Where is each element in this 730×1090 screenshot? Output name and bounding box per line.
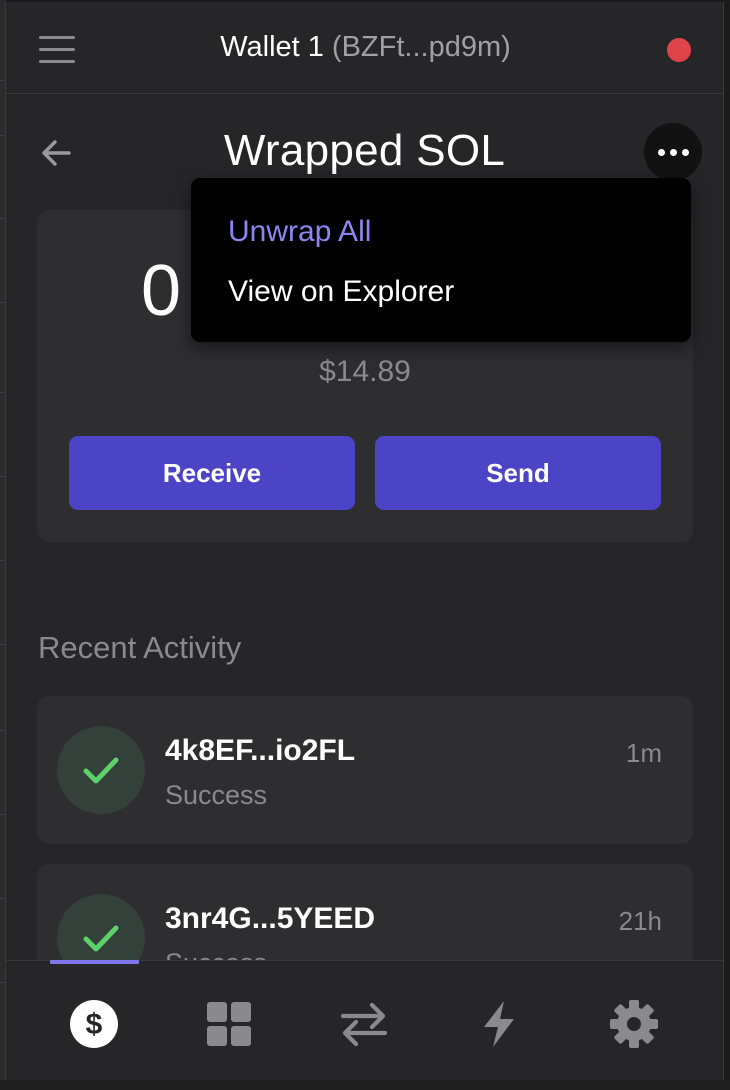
dollar-icon[interactable]: $ (69, 999, 119, 1049)
transaction-time: 1m (625, 738, 662, 768)
token-title: Wrapped SOL (223, 126, 506, 175)
swap-icon[interactable] (339, 999, 389, 1049)
receive-button[interactable]: Receive (69, 436, 355, 510)
grid-icon[interactable] (204, 999, 254, 1049)
transaction-signature: 4k8EF...io2FL (165, 734, 356, 767)
usd-value: $14.89 (319, 355, 411, 388)
connection-status-dot[interactable] (667, 38, 691, 62)
token-balance: 0 (141, 251, 182, 331)
more-options-icon[interactable] (644, 123, 702, 181)
wallet-address: (BZFt...pd9m) (331, 31, 511, 63)
background-app-bottom (0, 1080, 730, 1090)
view-on-explorer-menu-item[interactable]: View on Explorer (228, 275, 454, 309)
gear-icon[interactable] (609, 999, 659, 1049)
wallet-name: Wallet 1 (220, 31, 324, 63)
transaction-signature: 3nr4G...5YEED (165, 902, 376, 935)
svg-text:$: $ (86, 1008, 103, 1041)
wallet-header: Wallet 1 (BZFt...pd9m) (6, 2, 723, 94)
wallet-window: Wallet 1 (BZFt...pd9m) Wrapped SOL 0 $14.… (5, 2, 724, 1080)
token-options-menu: Unwrap All View on Explorer (191, 178, 691, 342)
unwrap-all-menu-item[interactable]: Unwrap All (228, 215, 371, 249)
transaction-status: Success (165, 780, 268, 810)
recent-activity-heading: Recent Activity (38, 630, 242, 665)
active-tab-indicator (50, 960, 139, 964)
lightning-icon[interactable] (474, 999, 524, 1049)
success-check-icon (57, 726, 145, 814)
wallet-title[interactable]: Wallet 1 (BZFt...pd9m) (6, 31, 723, 64)
transaction-time: 21h (618, 906, 662, 936)
send-button[interactable]: Send (375, 436, 661, 510)
activity-list-item[interactable]: 4k8EF...io2FL Success 1m (37, 696, 693, 844)
bottom-navigation: $ (6, 960, 723, 1080)
